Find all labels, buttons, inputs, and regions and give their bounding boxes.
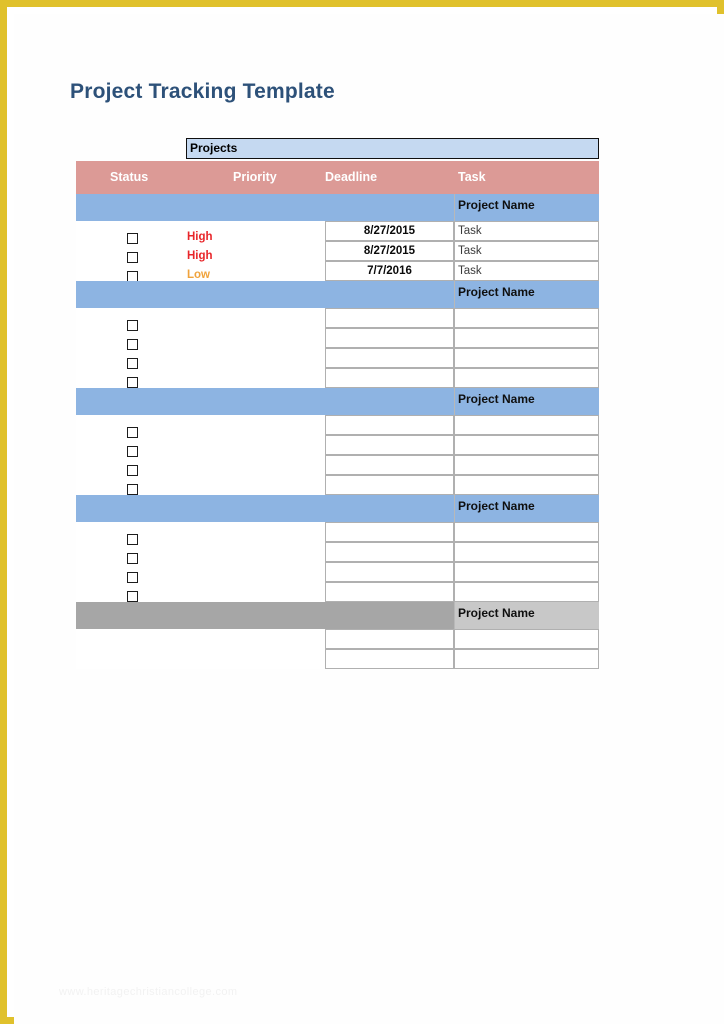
task-cell[interactable] xyxy=(454,348,599,368)
table-row xyxy=(76,328,599,348)
page-title: Project Tracking Template xyxy=(70,80,335,103)
table-row xyxy=(76,629,599,649)
project-rows xyxy=(76,308,599,388)
task-cell[interactable] xyxy=(454,649,599,669)
table-row xyxy=(76,582,599,602)
deadline-cell[interactable] xyxy=(325,475,454,495)
project-name-cell[interactable]: Project Name xyxy=(454,495,599,522)
projects-section-label: Projects xyxy=(190,141,238,155)
deadline-cell[interactable]: 8/27/2015 xyxy=(325,221,454,241)
deadline-cell[interactable] xyxy=(325,348,454,368)
watermark: www.heritagechristiancollege.com xyxy=(59,986,238,998)
task-cell[interactable] xyxy=(454,475,599,495)
project-name-cell[interactable]: Project Name xyxy=(454,388,599,415)
deadline-cell[interactable]: 7/7/2016 xyxy=(325,261,454,281)
deadline-cell[interactable] xyxy=(325,308,454,328)
deadline-cell[interactable] xyxy=(325,435,454,455)
project-rows: 8/27/2015 Task 8/27/2015 Task 7/7/2016 Task Hi… xyxy=(76,221,599,282)
task-cell[interactable]: Task xyxy=(454,221,599,241)
task-cell[interactable] xyxy=(454,562,599,582)
table-row xyxy=(76,415,599,435)
table-header-row: Status Priority Deadline Task xyxy=(76,161,599,194)
project-rows xyxy=(76,415,599,495)
page-border: Project Tracking Template Projects Statu… xyxy=(0,0,724,1024)
task-cell[interactable] xyxy=(454,368,599,388)
table-row: 7/7/2016 Task xyxy=(76,261,599,281)
task-cell[interactable] xyxy=(454,522,599,542)
task-cell[interactable] xyxy=(454,582,599,602)
deadline-cell[interactable] xyxy=(325,542,454,562)
deadline-cell[interactable] xyxy=(325,562,454,582)
project-block: Project Name xyxy=(76,495,599,602)
table-row xyxy=(76,562,599,582)
project-name-cell[interactable]: Project Name xyxy=(454,281,599,308)
deadline-cell[interactable] xyxy=(325,415,454,435)
table-row xyxy=(76,522,599,542)
project-band[interactable]: Project Name xyxy=(76,495,599,522)
project-block: Project Name 8/27/2015 Task 8/27/2015 Task 7/… xyxy=(76,194,599,282)
table-row xyxy=(76,368,599,388)
deadline-cell[interactable]: 8/27/2015 xyxy=(325,241,454,261)
table-row xyxy=(76,542,599,562)
document-sheet: Project Tracking Template Projects Statu… xyxy=(14,14,724,1024)
deadline-cell[interactable] xyxy=(325,629,454,649)
column-header-status: Status xyxy=(110,170,149,184)
project-block: Project Name xyxy=(76,388,599,495)
task-cell[interactable] xyxy=(454,435,599,455)
project-name-cell[interactable]: Project Name xyxy=(454,194,599,221)
column-header-deadline: Deadline xyxy=(325,170,378,184)
deadline-cell[interactable] xyxy=(325,328,454,348)
task-cell[interactable]: Task xyxy=(454,261,599,281)
task-cell[interactable] xyxy=(454,308,599,328)
project-band[interactable]: Project Name xyxy=(76,194,599,221)
project-name-cell[interactable]: Project Name xyxy=(454,602,599,629)
table-row: 8/27/2015 Task xyxy=(76,221,599,241)
deadline-cell[interactable] xyxy=(325,522,454,542)
project-band[interactable]: Project Name xyxy=(76,602,599,629)
project-rows xyxy=(76,629,599,669)
table-row xyxy=(76,455,599,475)
task-cell[interactable]: Task xyxy=(454,241,599,261)
deadline-cell[interactable] xyxy=(325,582,454,602)
deadline-cell[interactable] xyxy=(325,455,454,475)
project-blocks: Project Name 8/27/2015 Task 8/27/2015 Task 7/… xyxy=(76,194,599,669)
table-row: 8/27/2015 Task xyxy=(76,241,599,261)
table-row xyxy=(76,308,599,328)
task-cell[interactable] xyxy=(454,328,599,348)
project-block: Project Name xyxy=(76,602,599,669)
deadline-cell[interactable] xyxy=(325,368,454,388)
column-header-task: Task xyxy=(458,170,486,184)
task-cell[interactable] xyxy=(454,415,599,435)
project-band[interactable]: Project Name xyxy=(76,281,599,308)
table-row xyxy=(76,348,599,368)
project-block: Project Name xyxy=(76,281,599,388)
task-cell[interactable] xyxy=(454,455,599,475)
project-rows xyxy=(76,522,599,602)
table-row xyxy=(76,649,599,669)
task-cell[interactable] xyxy=(454,629,599,649)
project-band[interactable]: Project Name xyxy=(76,388,599,415)
table-row xyxy=(76,435,599,455)
projects-section-bar[interactable]: Projects xyxy=(186,138,599,159)
deadline-cell[interactable] xyxy=(325,649,454,669)
column-header-priority: Priority xyxy=(233,170,277,184)
table-row xyxy=(76,475,599,495)
task-cell[interactable] xyxy=(454,542,599,562)
